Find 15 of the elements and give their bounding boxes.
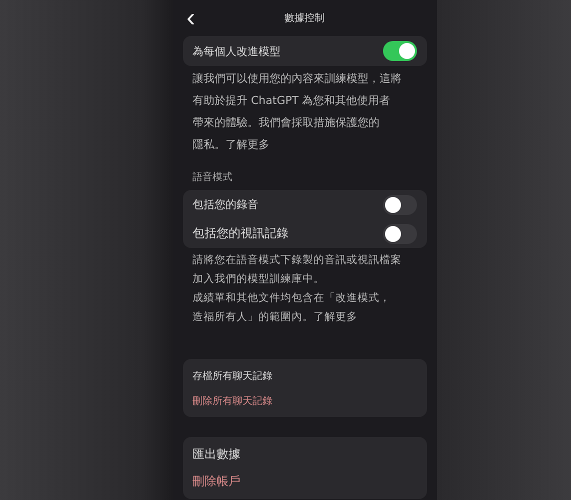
setting-label: 包括您的錄音 bbox=[192, 197, 258, 212]
menu-item[interactable]: 刪除所有聊天記錄 bbox=[192, 388, 272, 413]
description-text: 請將您在語音模式下錄製的音訊或視訊檔案 加入我們的模型訓練庫中。 成績單和其他文件均包含在「改進模式， 造福所有人」的範圍內。了解更多 bbox=[192, 253, 402, 325]
setting-label: 包括您的視訊記錄 bbox=[192, 225, 288, 242]
menu-item[interactable]: 匯出數據 bbox=[192, 441, 240, 468]
menu-item[interactable]: 刪除帳戶 bbox=[192, 468, 240, 495]
toggle-switch[interactable] bbox=[382, 194, 416, 214]
toggle-switch[interactable] bbox=[382, 41, 416, 61]
setting-label: 為每個人改進模型 bbox=[192, 44, 280, 58]
screen-title: 數據控制 bbox=[284, 12, 324, 25]
toggle-switch[interactable] bbox=[382, 224, 416, 244]
description-text: 讓我們可以使用您的內容來訓練模型，這將 有助於提升 ChatGPT 為您和其他使用者 帶來的體驗。我們會採取措施保護您的 隱私。了解更多 bbox=[192, 71, 402, 153]
section-label: 語音模式 bbox=[192, 170, 234, 184]
back-button[interactable]: ‹ bbox=[182, 4, 200, 30]
menu-item[interactable]: 存檔所有聊天記錄 bbox=[192, 363, 272, 388]
